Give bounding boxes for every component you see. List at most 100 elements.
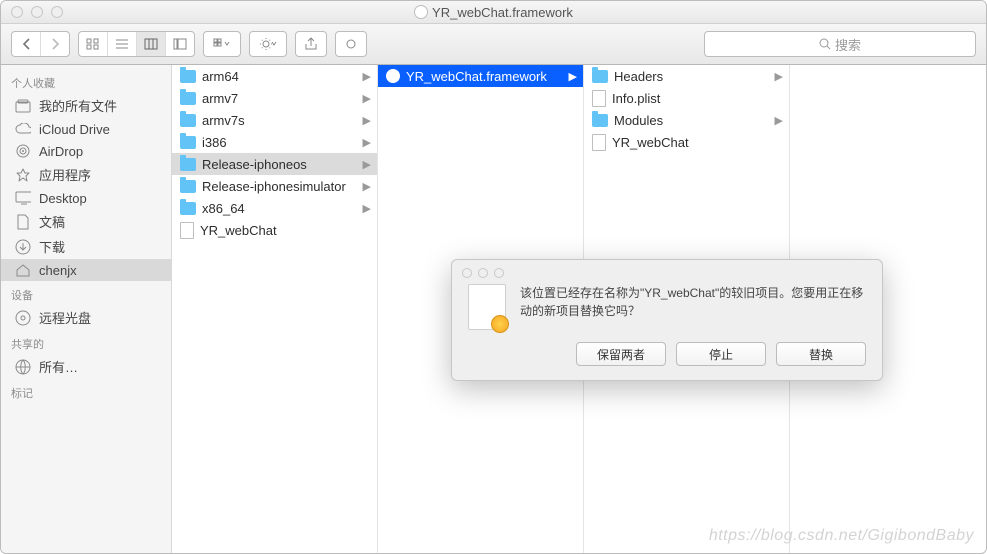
disclosure-arrow-icon: ▶	[363, 114, 371, 127]
sidebar-item-airdrop[interactable]: AirDrop	[1, 140, 171, 162]
folder-icon	[180, 158, 196, 171]
file-row[interactable]: Release-iphonesimulator ▶	[172, 175, 377, 197]
folder-icon	[180, 202, 196, 215]
share-button[interactable]	[295, 31, 327, 57]
document-icon	[592, 134, 606, 151]
folder-icon	[180, 136, 196, 149]
disclosure-arrow-icon: ▶	[363, 136, 371, 149]
all-files-icon	[15, 98, 31, 114]
column-0: arm64▶armv7▶armv7s▶i386▶Release-iphoneos…	[172, 65, 378, 554]
watermark-text: https://blog.csdn.net/GigibondBaby	[709, 527, 974, 545]
nav-buttons	[11, 31, 70, 57]
desktop-icon	[15, 190, 31, 206]
arrange-button[interactable]	[204, 32, 240, 56]
arrange-icon	[213, 38, 231, 50]
disclosure-arrow-icon: ▶	[775, 70, 783, 83]
finder-window: YR_webChat.framework	[0, 0, 987, 554]
disclosure-arrow-icon: ▶	[569, 70, 577, 83]
back-button[interactable]	[12, 32, 41, 56]
folder-icon	[180, 70, 196, 83]
action-button[interactable]	[250, 32, 286, 56]
sidebar: 个人收藏我的所有文件iCloud DriveAirDrop应用程序Desktop…	[1, 65, 172, 554]
file-row[interactable]: x86_64▶	[172, 197, 377, 219]
sidebar-section-header: 标记	[1, 379, 171, 403]
file-row[interactable]: i386▶	[172, 131, 377, 153]
stop-button[interactable]: 停止	[676, 342, 766, 366]
icon-view-button[interactable]	[79, 32, 108, 56]
gallery-icon	[173, 38, 187, 50]
file-row[interactable]: Release-iphoneos▶	[172, 153, 377, 175]
window-title: YR_webChat.framework	[1, 5, 986, 20]
search-field[interactable]: 搜索	[704, 31, 976, 57]
file-row[interactable]: Headers▶	[584, 65, 789, 87]
sidebar-item-home[interactable]: chenjx	[1, 259, 171, 281]
dialog-zoom-button[interactable]	[494, 268, 504, 278]
list-icon	[115, 38, 129, 50]
document-icon	[592, 90, 606, 107]
framework-icon	[414, 5, 428, 19]
chevron-left-icon	[22, 38, 31, 50]
sidebar-section-header: 共享的	[1, 330, 171, 354]
folder-icon	[592, 70, 608, 83]
folder-icon	[592, 114, 608, 127]
sidebar-item-all-files[interactable]: 我的所有文件	[1, 93, 171, 118]
sidebar-item-documents[interactable]: 文稿	[1, 209, 171, 234]
dialog-close-button[interactable]	[462, 268, 472, 278]
sidebar-item-network[interactable]: 所有…	[1, 354, 171, 379]
sidebar-item-desktop[interactable]: Desktop	[1, 187, 171, 209]
sidebar-item-label: iCloud Drive	[39, 122, 110, 137]
action-group	[249, 31, 287, 57]
replace-button[interactable]: 替换	[776, 342, 866, 366]
dialog-minimize-button[interactable]	[478, 268, 488, 278]
toolbar: 搜索	[1, 24, 986, 65]
view-mode-group	[78, 31, 195, 57]
keep-both-button[interactable]: 保留两者	[576, 342, 666, 366]
file-name: Modules	[614, 113, 663, 128]
sidebar-item-label: 所有…	[39, 357, 78, 376]
tags-button[interactable]	[335, 31, 367, 57]
sidebar-item-label: Desktop	[39, 191, 87, 206]
folder-icon	[180, 92, 196, 105]
chevron-right-icon	[51, 38, 60, 50]
replace-dialog: 该位置已经存在名称为"YR_webChat"的较旧项目。您要用正在移动的新项目替…	[451, 259, 883, 381]
file-row[interactable]: YR_webChat.framework▶	[378, 65, 583, 87]
file-name: YR_webChat	[612, 135, 689, 150]
sidebar-item-label: 远程光盘	[39, 308, 91, 327]
search-icon	[819, 38, 831, 50]
sidebar-item-apps[interactable]: 应用程序	[1, 162, 171, 187]
file-row[interactable]: armv7▶	[172, 87, 377, 109]
dialog-body: 该位置已经存在名称为"YR_webChat"的较旧项目。您要用正在移动的新项目替…	[468, 284, 866, 330]
tag-icon	[343, 38, 359, 50]
sidebar-item-label: 应用程序	[39, 165, 91, 184]
sidebar-item-icloud[interactable]: iCloud Drive	[1, 118, 171, 140]
file-row[interactable]: YR_webChat	[584, 131, 789, 153]
sidebar-item-disc[interactable]: 远程光盘	[1, 305, 171, 330]
file-name: Release-iphonesimulator	[202, 179, 346, 194]
forward-button[interactable]	[41, 32, 69, 56]
sidebar-item-downloads[interactable]: 下载	[1, 234, 171, 259]
sidebar-item-label: 文稿	[39, 212, 65, 231]
column-view-button[interactable]	[137, 32, 166, 56]
disclosure-arrow-icon: ▶	[363, 180, 371, 193]
apps-icon	[15, 167, 31, 183]
search-placeholder: 搜索	[835, 35, 861, 54]
list-view-button[interactable]	[108, 32, 137, 56]
sidebar-item-label: AirDrop	[39, 144, 83, 159]
gallery-view-button[interactable]	[166, 32, 194, 56]
file-row[interactable]: armv7s▶	[172, 109, 377, 131]
file-row[interactable]: YR_webChat	[172, 219, 377, 241]
search-container: 搜索	[375, 31, 976, 57]
file-row[interactable]: arm64▶	[172, 65, 377, 87]
file-name: arm64	[202, 69, 239, 84]
sidebar-item-label: 我的所有文件	[39, 96, 117, 115]
file-name: armv7	[202, 91, 238, 106]
framework-icon	[386, 69, 400, 83]
titlebar: YR_webChat.framework	[1, 1, 986, 24]
airdrop-icon	[15, 143, 31, 159]
share-icon	[304, 37, 318, 51]
disclosure-arrow-icon: ▶	[363, 202, 371, 215]
home-icon	[15, 262, 31, 278]
file-row[interactable]: Modules▶	[584, 109, 789, 131]
file-row[interactable]: Info.plist	[584, 87, 789, 109]
window-title-text: YR_webChat.framework	[432, 5, 573, 20]
